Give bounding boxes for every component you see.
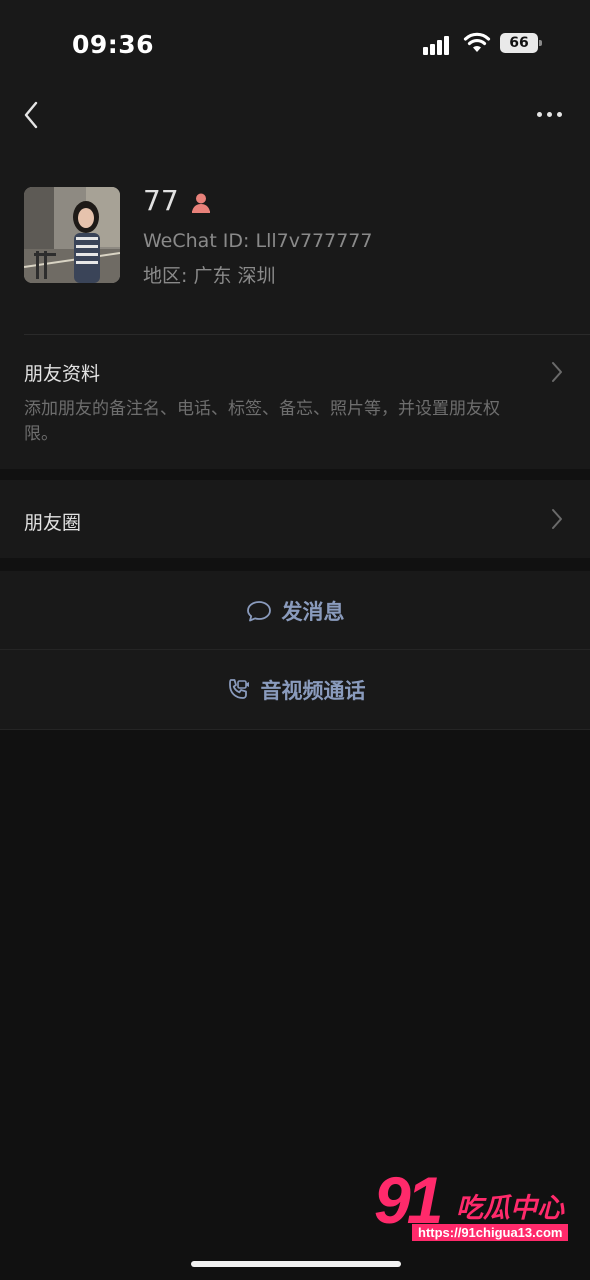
watermark-text: 吃瓜中心 [456, 1193, 564, 1224]
back-arrow-icon[interactable] [18, 98, 48, 132]
more-options-button[interactable] [530, 102, 568, 126]
cellular-signal-icon [423, 35, 453, 55]
dot-icon [536, 111, 542, 117]
action-divider [0, 729, 590, 730]
moments-row[interactable]: 朋友圈 [0, 480, 590, 558]
chat-bubble-icon [246, 600, 271, 621]
battery-indicator: 66 [500, 33, 538, 53]
chevron-right-icon[interactable] [548, 360, 566, 384]
dot-icon [546, 111, 552, 117]
send-message-button[interactable]: 发消息 [0, 571, 590, 650]
status-bar: 09:36 66 [0, 0, 590, 88]
female-person-icon [192, 193, 210, 213]
nav-bar [0, 88, 590, 140]
video-call-label: 音视频通话 [260, 678, 366, 703]
friend-info-title[interactable]: 朋友资料 [24, 359, 100, 386]
status-time: 09:36 [72, 30, 155, 59]
profile-name: 77 [143, 184, 179, 217]
phone-video-icon [228, 678, 249, 699]
wifi-icon [463, 32, 491, 52]
chevron-right-icon [552, 509, 562, 529]
send-message-label: 发消息 [281, 599, 345, 624]
wechat-id: WeChat ID: Lll7v777777 [143, 230, 373, 252]
watermark-logo: 91 吃瓜中心 https://91chigua13.com [374, 1163, 574, 1246]
battery-tip [539, 40, 542, 46]
divider [24, 334, 590, 335]
home-indicator[interactable] [191, 1261, 401, 1267]
dot-icon [556, 111, 562, 117]
video-call-button[interactable]: 音视频通话 [0, 650, 590, 729]
moments-title: 朋友圈 [24, 512, 82, 534]
friend-info-description: 添加朋友的备注名、电话、标签、备忘、照片等，并设置朋友权限。 [24, 399, 500, 444]
avatar[interactable] [24, 187, 120, 283]
region: 地区: 广东 深圳 [143, 265, 276, 287]
watermark-url: https://91chigua13.com [412, 1224, 569, 1241]
